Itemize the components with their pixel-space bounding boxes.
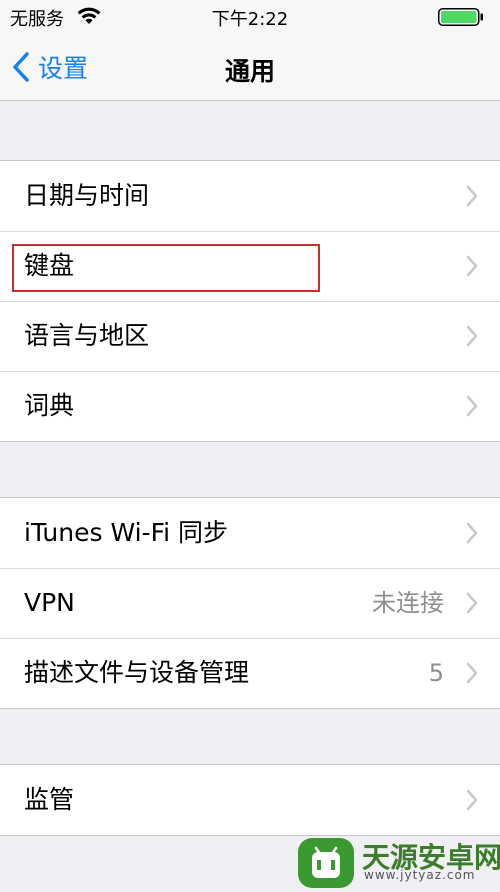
profiles-count: 5 <box>428 659 444 687</box>
row-label: 语言与地区 <box>24 321 150 350</box>
status-bar: 无服务 下午2:22 <box>0 0 500 34</box>
row-keyboard[interactable]: 键盘 <box>0 231 500 301</box>
settings-group-2: iTunes Wi-Fi 同步 VPN 未连接 描述文件与设备管理 5 <box>0 497 500 709</box>
row-date-time[interactable]: 日期与时间 <box>0 161 500 231</box>
vpn-status: 未连接 <box>372 589 444 617</box>
chevron-right-icon <box>466 662 478 684</box>
settings-group-1: 日期与时间 键盘 语言与地区 词典 <box>0 160 500 442</box>
row-label: iTunes Wi-Fi 同步 <box>24 518 229 547</box>
row-label: VPN <box>24 588 75 617</box>
status-time: 下午2:22 <box>211 9 289 30</box>
watermark: 天源安卓网 www.jytyaz.com <box>298 834 500 890</box>
row-label: 键盘 <box>24 251 75 280</box>
row-vpn[interactable]: VPN 未连接 <box>0 568 500 638</box>
row-itunes-wifi-sync[interactable]: iTunes Wi-Fi 同步 <box>0 498 500 568</box>
row-dictionary[interactable]: 词典 <box>0 371 500 441</box>
row-label: 日期与时间 <box>24 181 150 210</box>
row-label: 词典 <box>24 391 75 420</box>
navigation-bar: 设置 通用 <box>0 34 500 101</box>
row-label: 监管 <box>24 785 75 814</box>
chevron-right-icon <box>466 255 478 277</box>
row-language-region[interactable]: 语言与地区 <box>0 301 500 371</box>
row-profiles-device-management[interactable]: 描述文件与设备管理 5 <box>0 638 500 708</box>
chevron-right-icon <box>466 395 478 417</box>
chevron-right-icon <box>466 789 478 811</box>
chevron-right-icon <box>466 325 478 347</box>
chevron-right-icon <box>466 592 478 614</box>
row-supervision[interactable]: 监管 <box>0 765 500 835</box>
settings-group-3: 监管 <box>0 764 500 836</box>
watermark-url: www.jytyaz.com <box>364 868 476 882</box>
battery-icon <box>438 8 483 26</box>
page-title: 通用 <box>224 57 275 86</box>
chevron-right-icon <box>466 522 478 544</box>
watermark-logo-icon <box>298 838 354 888</box>
chevron-right-icon <box>466 185 478 207</box>
row-label: 描述文件与设备管理 <box>24 658 250 687</box>
